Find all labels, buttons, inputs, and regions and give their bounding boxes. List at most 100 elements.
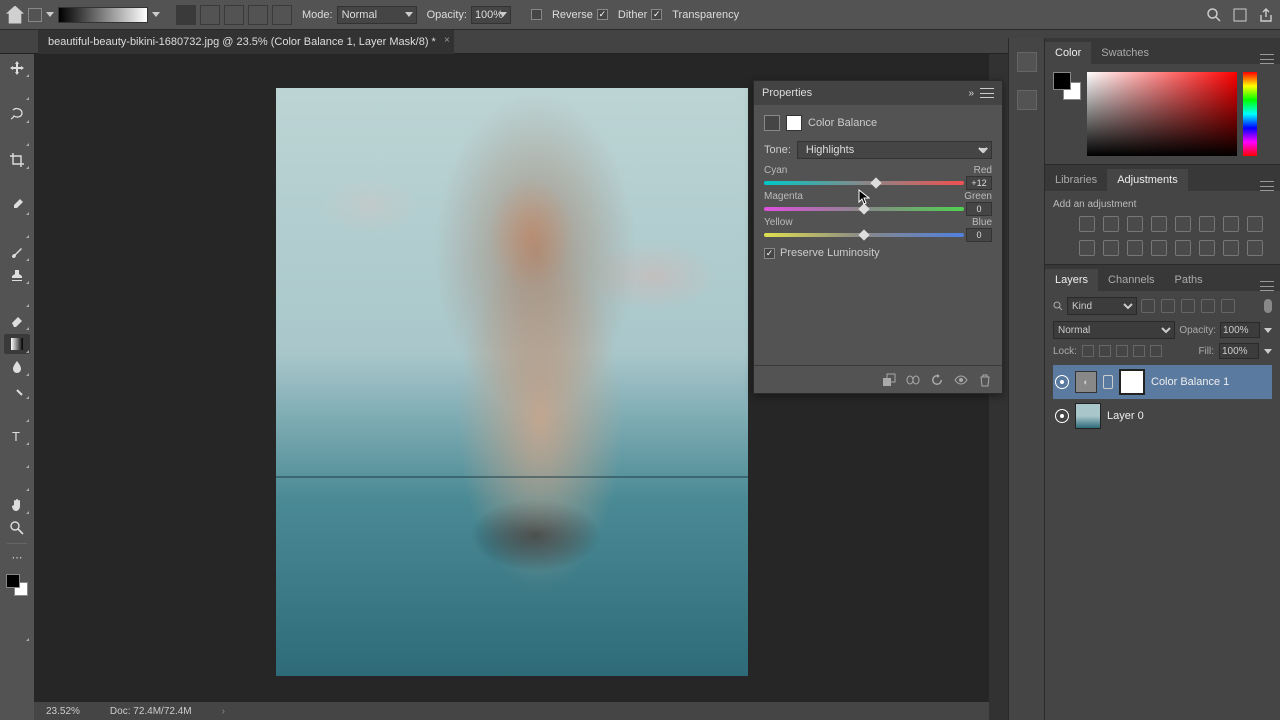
tone-select[interactable]: Highlights — [797, 141, 992, 159]
reverse-checkbox[interactable] — [531, 9, 542, 20]
gradient-radial-button[interactable] — [200, 5, 220, 25]
layer-mask-icon[interactable] — [786, 115, 802, 131]
share-icon[interactable] — [1258, 7, 1274, 23]
clip-to-layer-icon[interactable] — [882, 373, 896, 387]
chevron-down-icon[interactable] — [46, 12, 54, 17]
color-slider[interactable]: 0 — [764, 205, 992, 213]
panel-menu-icon[interactable] — [1260, 54, 1274, 64]
levels-adjustment[interactable] — [1103, 216, 1119, 232]
type-tool[interactable]: T — [4, 426, 30, 446]
visibility-toggle[interactable] — [1055, 375, 1069, 389]
brush-tool[interactable] — [4, 242, 30, 262]
filter-type-icon[interactable] — [1181, 299, 1195, 313]
color-slider[interactable]: 0 — [764, 231, 992, 239]
gradient-tool[interactable] — [4, 334, 30, 354]
panel-menu-icon[interactable] — [1260, 281, 1274, 291]
filter-toggle[interactable] — [1264, 299, 1272, 313]
layer-blend-select[interactable]: Normal — [1053, 321, 1175, 339]
brightness-adjustment[interactable] — [1079, 216, 1095, 232]
doc-size[interactable]: Doc: 72.4M/72.4M — [110, 706, 192, 717]
panel-menu-icon[interactable] — [980, 88, 994, 98]
hue-slider[interactable] — [1243, 72, 1257, 156]
gradient-linear-button[interactable] — [176, 5, 196, 25]
shape-tool[interactable] — [4, 472, 30, 492]
dodge-tool[interactable] — [4, 380, 30, 400]
dither-checkbox[interactable] — [597, 9, 608, 20]
color-slider[interactable]: +12 — [764, 179, 992, 187]
link-icon[interactable] — [1103, 375, 1113, 389]
fill-input[interactable]: 100% — [1219, 343, 1259, 359]
chevron-down-icon[interactable] — [152, 12, 160, 17]
slider-handle[interactable] — [858, 203, 869, 214]
slider-handle[interactable] — [858, 229, 869, 240]
view-previous-icon[interactable] — [906, 373, 920, 387]
document-tab[interactable]: beautiful-beauty-bikini-1680732.jpg @ 23… — [38, 30, 454, 54]
frame-tool[interactable] — [4, 173, 30, 193]
layer-filter-select[interactable]: Kind — [1067, 297, 1137, 315]
search-icon[interactable] — [1206, 7, 1222, 23]
tab-paths[interactable]: Paths — [1165, 269, 1213, 291]
hue-adjustment[interactable] — [1199, 216, 1215, 232]
move-tool[interactable] — [4, 58, 30, 78]
tab-channels[interactable]: Channels — [1098, 269, 1164, 291]
tab-libraries[interactable]: Libraries — [1045, 169, 1107, 191]
tab-adjustments[interactable]: Adjustments — [1107, 169, 1188, 191]
properties-header[interactable]: Properties » — [754, 81, 1002, 105]
invert-adjustment[interactable] — [1151, 240, 1167, 256]
lock-transparency-icon[interactable] — [1082, 345, 1094, 357]
slider-value[interactable]: +12 — [966, 176, 992, 190]
path-select-tool[interactable] — [4, 449, 30, 469]
tab-layers[interactable]: Layers — [1045, 269, 1098, 291]
layer-opacity-input[interactable]: 100% — [1220, 322, 1260, 338]
layer-row[interactable]: ◐ Color Balance 1 — [1053, 365, 1272, 399]
color-field[interactable] — [1087, 72, 1237, 156]
lock-artboard-icon[interactable] — [1133, 345, 1145, 357]
lock-position-icon[interactable] — [1116, 345, 1128, 357]
colorbalance-adjustment[interactable] — [1223, 216, 1239, 232]
filter-smart-icon[interactable] — [1221, 299, 1235, 313]
layer-thumb[interactable] — [1075, 403, 1101, 429]
mask-thumb[interactable] — [1119, 369, 1145, 395]
home-icon[interactable] — [6, 6, 24, 24]
quick-select-tool[interactable] — [4, 127, 30, 147]
vibrance-adjustment[interactable] — [1175, 216, 1191, 232]
blur-tool[interactable] — [4, 357, 30, 377]
healing-tool[interactable] — [4, 219, 30, 239]
visibility-icon[interactable] — [954, 373, 968, 387]
threshold-adjustment[interactable] — [1199, 240, 1215, 256]
slider-handle[interactable] — [870, 177, 881, 188]
panel-menu-icon[interactable] — [1260, 181, 1274, 191]
quick-mask-button[interactable] — [4, 599, 30, 619]
colorlookup-adjustment[interactable] — [1127, 240, 1143, 256]
gradient-angle-button[interactable] — [224, 5, 244, 25]
eyedropper-tool[interactable] — [4, 196, 30, 216]
close-icon[interactable]: × — [444, 35, 450, 46]
gradient-reflected-button[interactable] — [248, 5, 268, 25]
layer-row[interactable]: Layer 0 — [1053, 399, 1272, 433]
filter-shape-icon[interactable] — [1201, 299, 1215, 313]
edit-toolbar-button[interactable]: ⋯ — [4, 547, 30, 567]
history-panel-icon[interactable] — [1017, 52, 1037, 72]
bw-adjustment[interactable] — [1247, 216, 1263, 232]
chevron-down-icon[interactable] — [1264, 349, 1272, 354]
tool-preset-picker[interactable] — [28, 8, 42, 22]
chevron-right-icon[interactable]: › — [222, 706, 225, 717]
visibility-toggle[interactable] — [1055, 409, 1069, 423]
exposure-adjustment[interactable] — [1151, 216, 1167, 232]
chevron-down-icon[interactable] — [1264, 328, 1272, 333]
filter-pixel-icon[interactable] — [1141, 299, 1155, 313]
collapse-icon[interactable]: » — [968, 88, 972, 99]
reset-icon[interactable] — [930, 373, 944, 387]
gradient-diamond-button[interactable] — [272, 5, 292, 25]
tab-swatches[interactable]: Swatches — [1091, 42, 1159, 64]
opacity-input[interactable] — [471, 6, 511, 24]
info-panel-icon[interactable] — [1017, 90, 1037, 110]
filter-adjustment-icon[interactable] — [1161, 299, 1175, 313]
screen-mode-button[interactable] — [4, 622, 30, 642]
pen-tool[interactable] — [4, 403, 30, 423]
hand-tool[interactable] — [4, 495, 30, 515]
frames-icon[interactable] — [1232, 7, 1248, 23]
gradientmap-adjustment[interactable] — [1223, 240, 1239, 256]
channelmixer-adjustment[interactable] — [1103, 240, 1119, 256]
crop-tool[interactable] — [4, 150, 30, 170]
